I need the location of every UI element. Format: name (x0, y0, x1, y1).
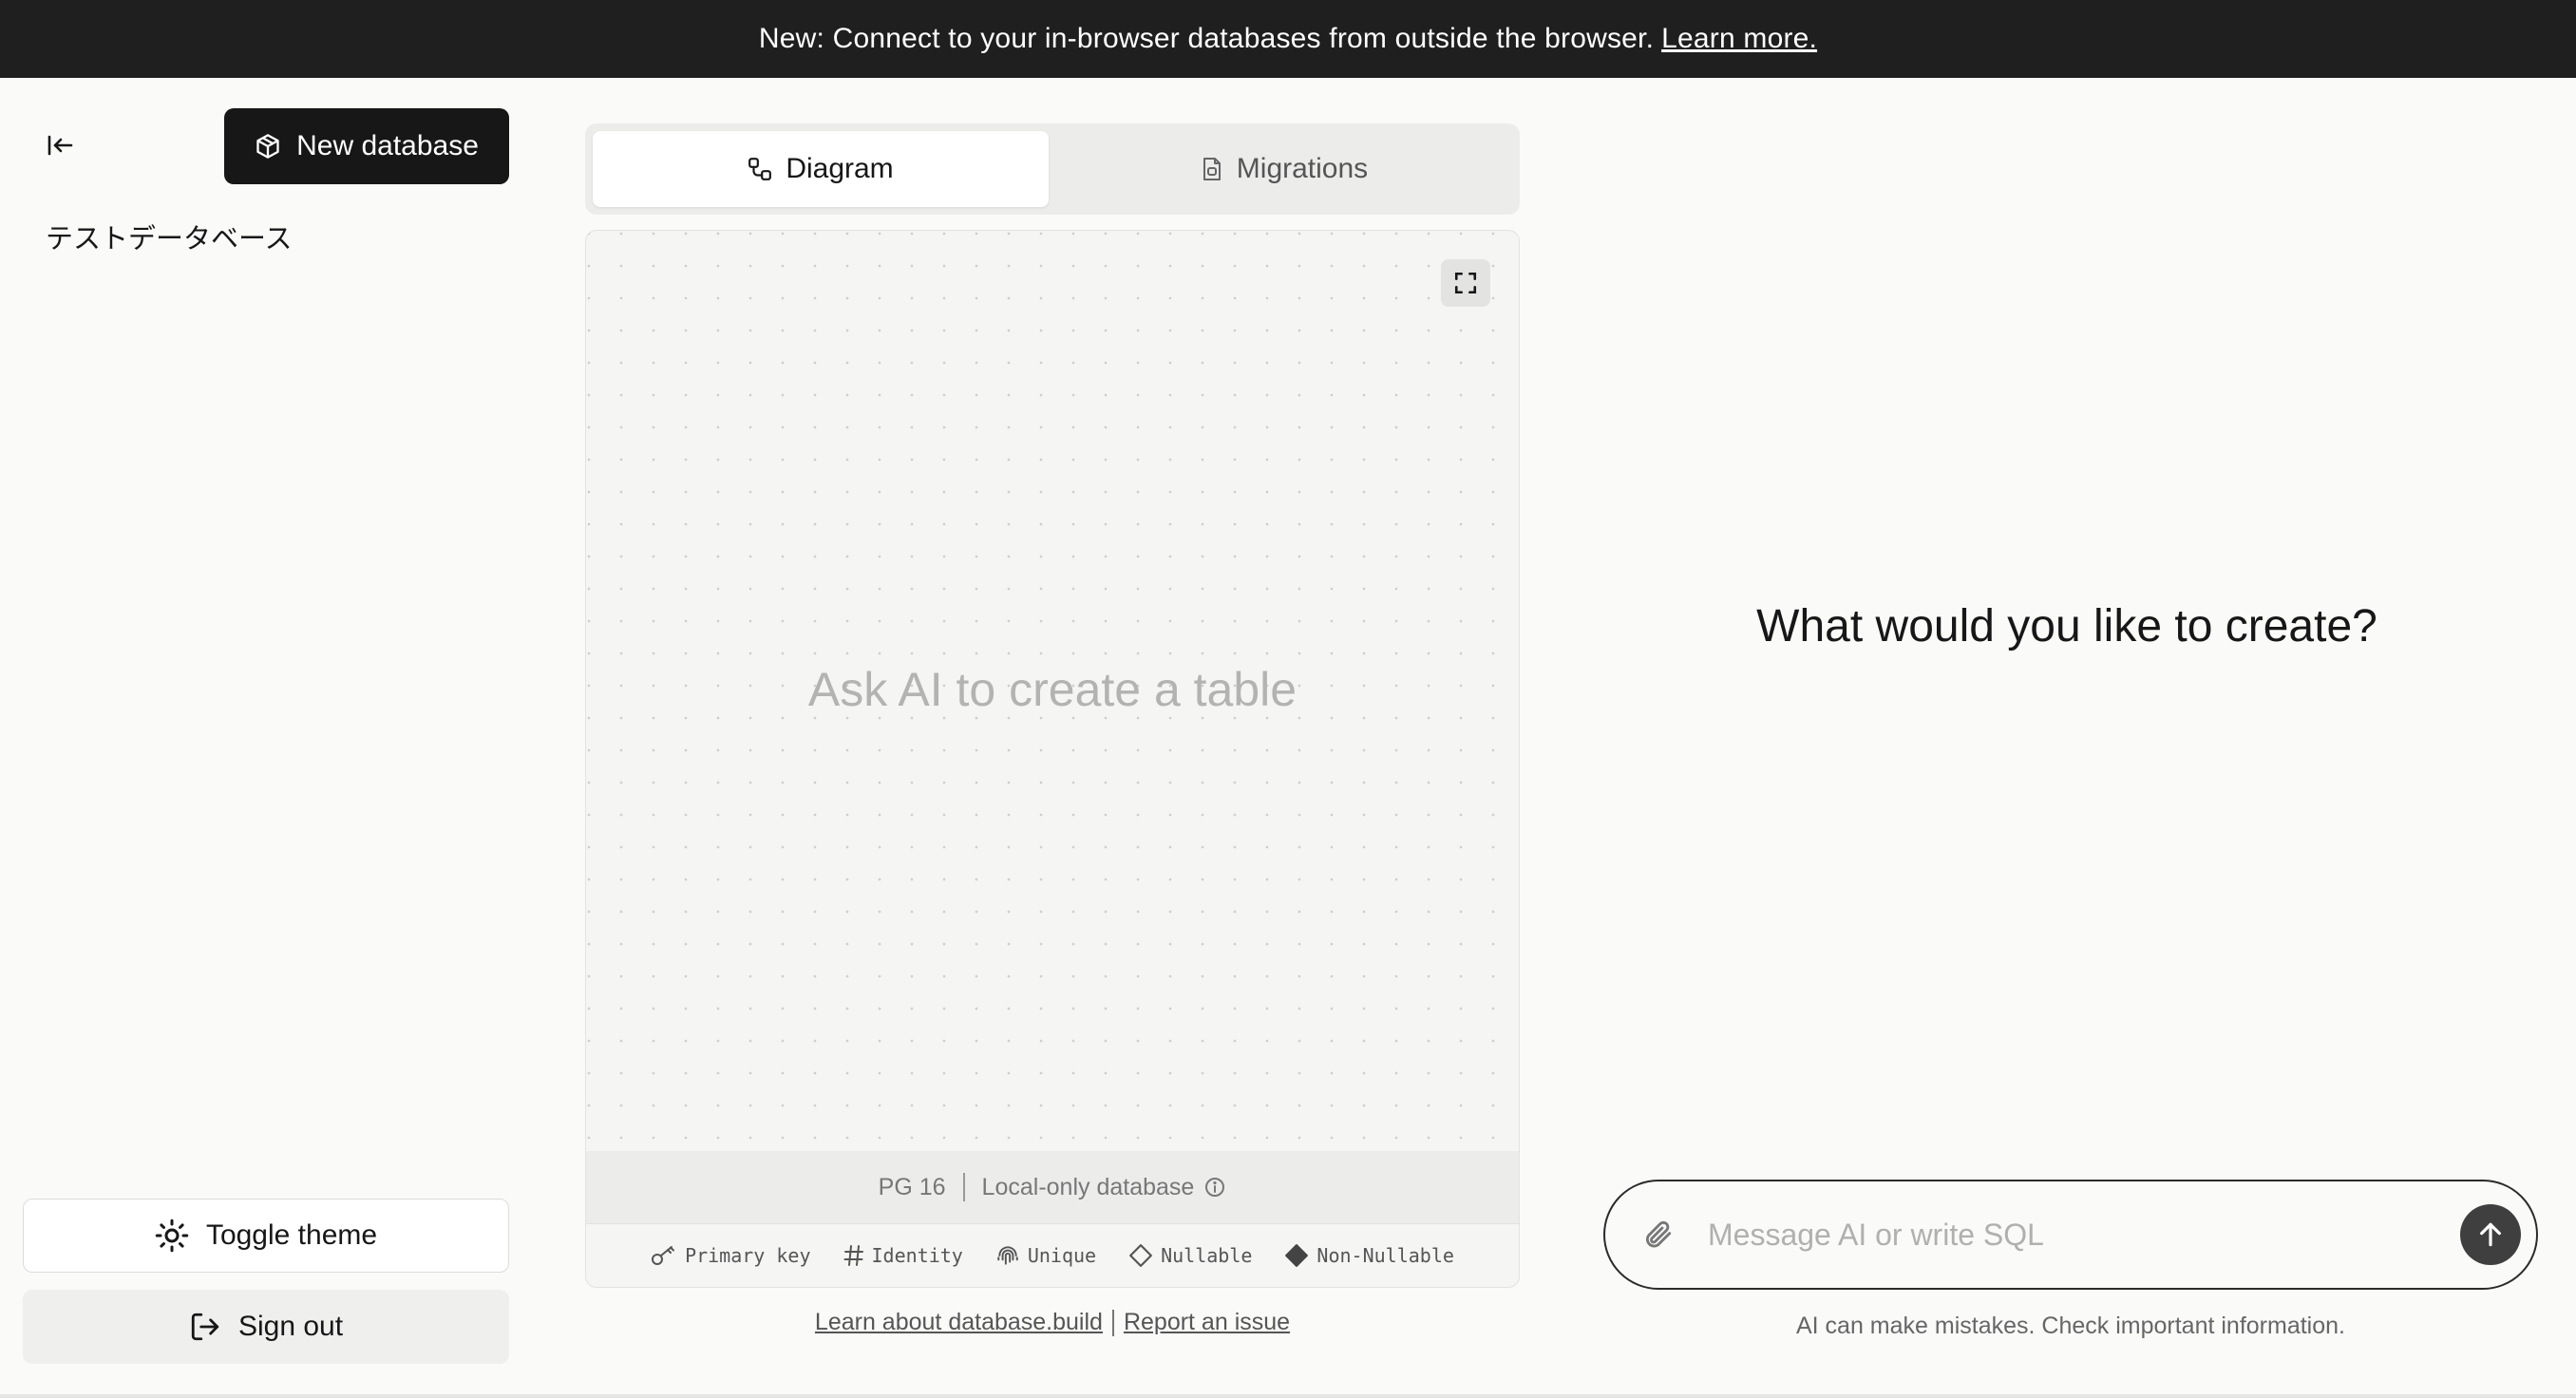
diamond-outline-icon (1129, 1244, 1153, 1267)
tab-diagram-label: Diagram (786, 153, 894, 184)
fullscreen-button[interactable] (1441, 259, 1490, 307)
collapse-sidebar-button[interactable] (42, 129, 80, 161)
chat-message-input[interactable] (1706, 1216, 2460, 1254)
legend-primary-key-label: Primary key (685, 1244, 811, 1267)
legend-nullable-label: Nullable (1161, 1244, 1253, 1267)
fullscreen-icon (1454, 272, 1477, 294)
diagram-empty-message: Ask AI to create a table (807, 663, 1297, 716)
tab-diagram[interactable]: Diagram (593, 131, 1049, 207)
paperclip-icon[interactable] (1641, 1219, 1674, 1251)
ai-disclaimer: AI can make mistakes. Check important in… (1795, 1313, 2345, 1339)
collapse-left-icon (47, 135, 73, 156)
legend-unique: Unique (995, 1243, 1096, 1268)
view-tabs: Diagram Migrations (585, 123, 1520, 215)
postgres-version: PG 16 (878, 1173, 946, 1200)
legend-unique-label: Unique (1027, 1244, 1097, 1267)
key-icon (652, 1246, 675, 1265)
diagram-legend: Primary key Identity Unique Nullable Non… (585, 1223, 1520, 1288)
chat-input-bar (1603, 1180, 2538, 1290)
log-out-icon (191, 1313, 219, 1341)
diagram-icon (748, 158, 772, 180)
legend-nullable: Nullable (1128, 1243, 1252, 1268)
diamond-filled-icon (1285, 1244, 1309, 1267)
arrow-up-icon (2480, 1222, 2501, 1247)
learn-about-link[interactable]: Learn about database.build (815, 1309, 1103, 1335)
window-bottom-edge (0, 1394, 2576, 1398)
database-status-bar: PG 16 Local-only database (585, 1151, 1520, 1223)
footer-divider (1111, 1310, 1114, 1337)
legend-non-nullable: Non-Nullable (1284, 1243, 1454, 1268)
legend-identity-label: Identity (871, 1244, 963, 1267)
package-icon (256, 134, 279, 159)
status-divider (962, 1173, 965, 1201)
legend-identity: Identity (843, 1244, 963, 1267)
database-list-item[interactable]: テストデータベース (46, 217, 293, 256)
new-database-label: New database (296, 130, 479, 161)
sun-icon (155, 1219, 189, 1253)
sign-out-button[interactable]: Sign out (23, 1290, 509, 1364)
database-mode: Local-only database (981, 1173, 1195, 1200)
toggle-theme-button[interactable]: Toggle theme (23, 1199, 509, 1273)
legend-non-nullable-label: Non-Nullable (1316, 1244, 1454, 1267)
banner-text: New: Connect to your in-browser database… (758, 23, 1655, 54)
schema-diagram-canvas[interactable]: Ask AI to create a table (585, 230, 1520, 1151)
hash-icon (843, 1245, 863, 1266)
legend-primary-key: Primary key (651, 1244, 811, 1267)
footer-links: Learn about database.build Report an issu… (585, 1309, 1520, 1337)
tab-migrations-label: Migrations (1236, 153, 1369, 184)
file-icon (1203, 158, 1221, 180)
toggle-theme-label: Toggle theme (205, 1219, 378, 1251)
announcement-banner: New: Connect to your in-browser database… (0, 0, 2576, 78)
fingerprint-icon (997, 1246, 1018, 1265)
new-database-button[interactable]: New database (224, 108, 509, 184)
send-button[interactable] (2460, 1204, 2521, 1265)
info-icon[interactable] (1203, 1176, 1226, 1199)
sign-out-label: Sign out (237, 1311, 344, 1342)
banner-learn-more-link[interactable]: Learn more. (1661, 23, 1817, 55)
tab-migrations[interactable]: Migrations (1056, 131, 1512, 207)
report-issue-link[interactable]: Report an issue (1124, 1309, 1290, 1335)
chat-title: What would you like to create? (1756, 601, 2377, 652)
